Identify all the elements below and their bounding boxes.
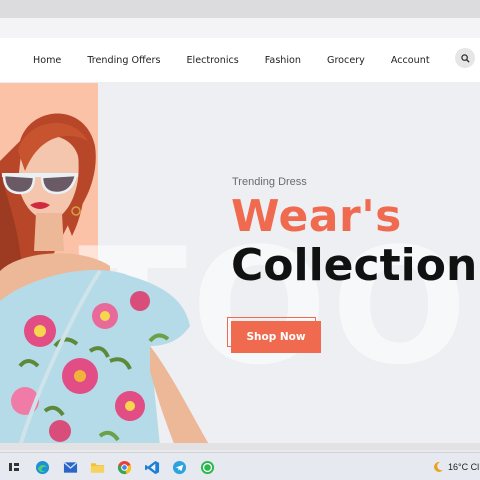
task-view-icon[interactable] [6,459,22,475]
nav-item-electronics[interactable]: Electronics [187,55,239,66]
search-button[interactable] [455,48,475,68]
moon-icon [434,461,443,472]
nav-item-grocery[interactable]: Grocery [327,55,365,66]
chrome-icon[interactable] [116,459,132,475]
vscode-icon[interactable] [144,459,160,475]
nav-links: Home Trending Offers Electronics Fashion… [33,38,456,83]
main-navigation: Home Trending Offers Electronics Fashion… [0,38,480,83]
nav-item-home[interactable]: Home [33,55,61,66]
browser-toolbar [0,18,480,38]
browser-chrome-top [0,0,480,18]
mail-icon[interactable] [62,459,78,475]
windows-taskbar: 16°C Cl [0,452,480,480]
hero-title-line1: Wear's [231,191,402,242]
weather-widget[interactable]: 16°C Cl [432,461,479,473]
edge-icon[interactable] [34,459,50,475]
nav-item-fashion[interactable]: Fashion [265,55,301,66]
web-page: Home Trending Offers Electronics Fashion… [0,38,480,450]
nav-item-trending-offers[interactable]: Trending Offers [87,55,160,66]
weather-text: 16°C Cl [448,462,480,472]
nav-item-account[interactable]: Account [391,55,430,66]
page-bottom-strip [0,443,480,450]
shop-now-button[interactable]: Shop Now [231,321,321,353]
hero-banner: TOOL [0,83,480,443]
search-icon [460,53,470,63]
telegram-icon[interactable] [171,459,187,475]
file-explorer-icon[interactable] [89,459,105,475]
model-image [0,113,209,443]
whatsapp-icon[interactable] [199,459,215,475]
hero-subtitle: Trending Dress [232,176,307,188]
hero-title-line2: Collection [231,240,478,291]
